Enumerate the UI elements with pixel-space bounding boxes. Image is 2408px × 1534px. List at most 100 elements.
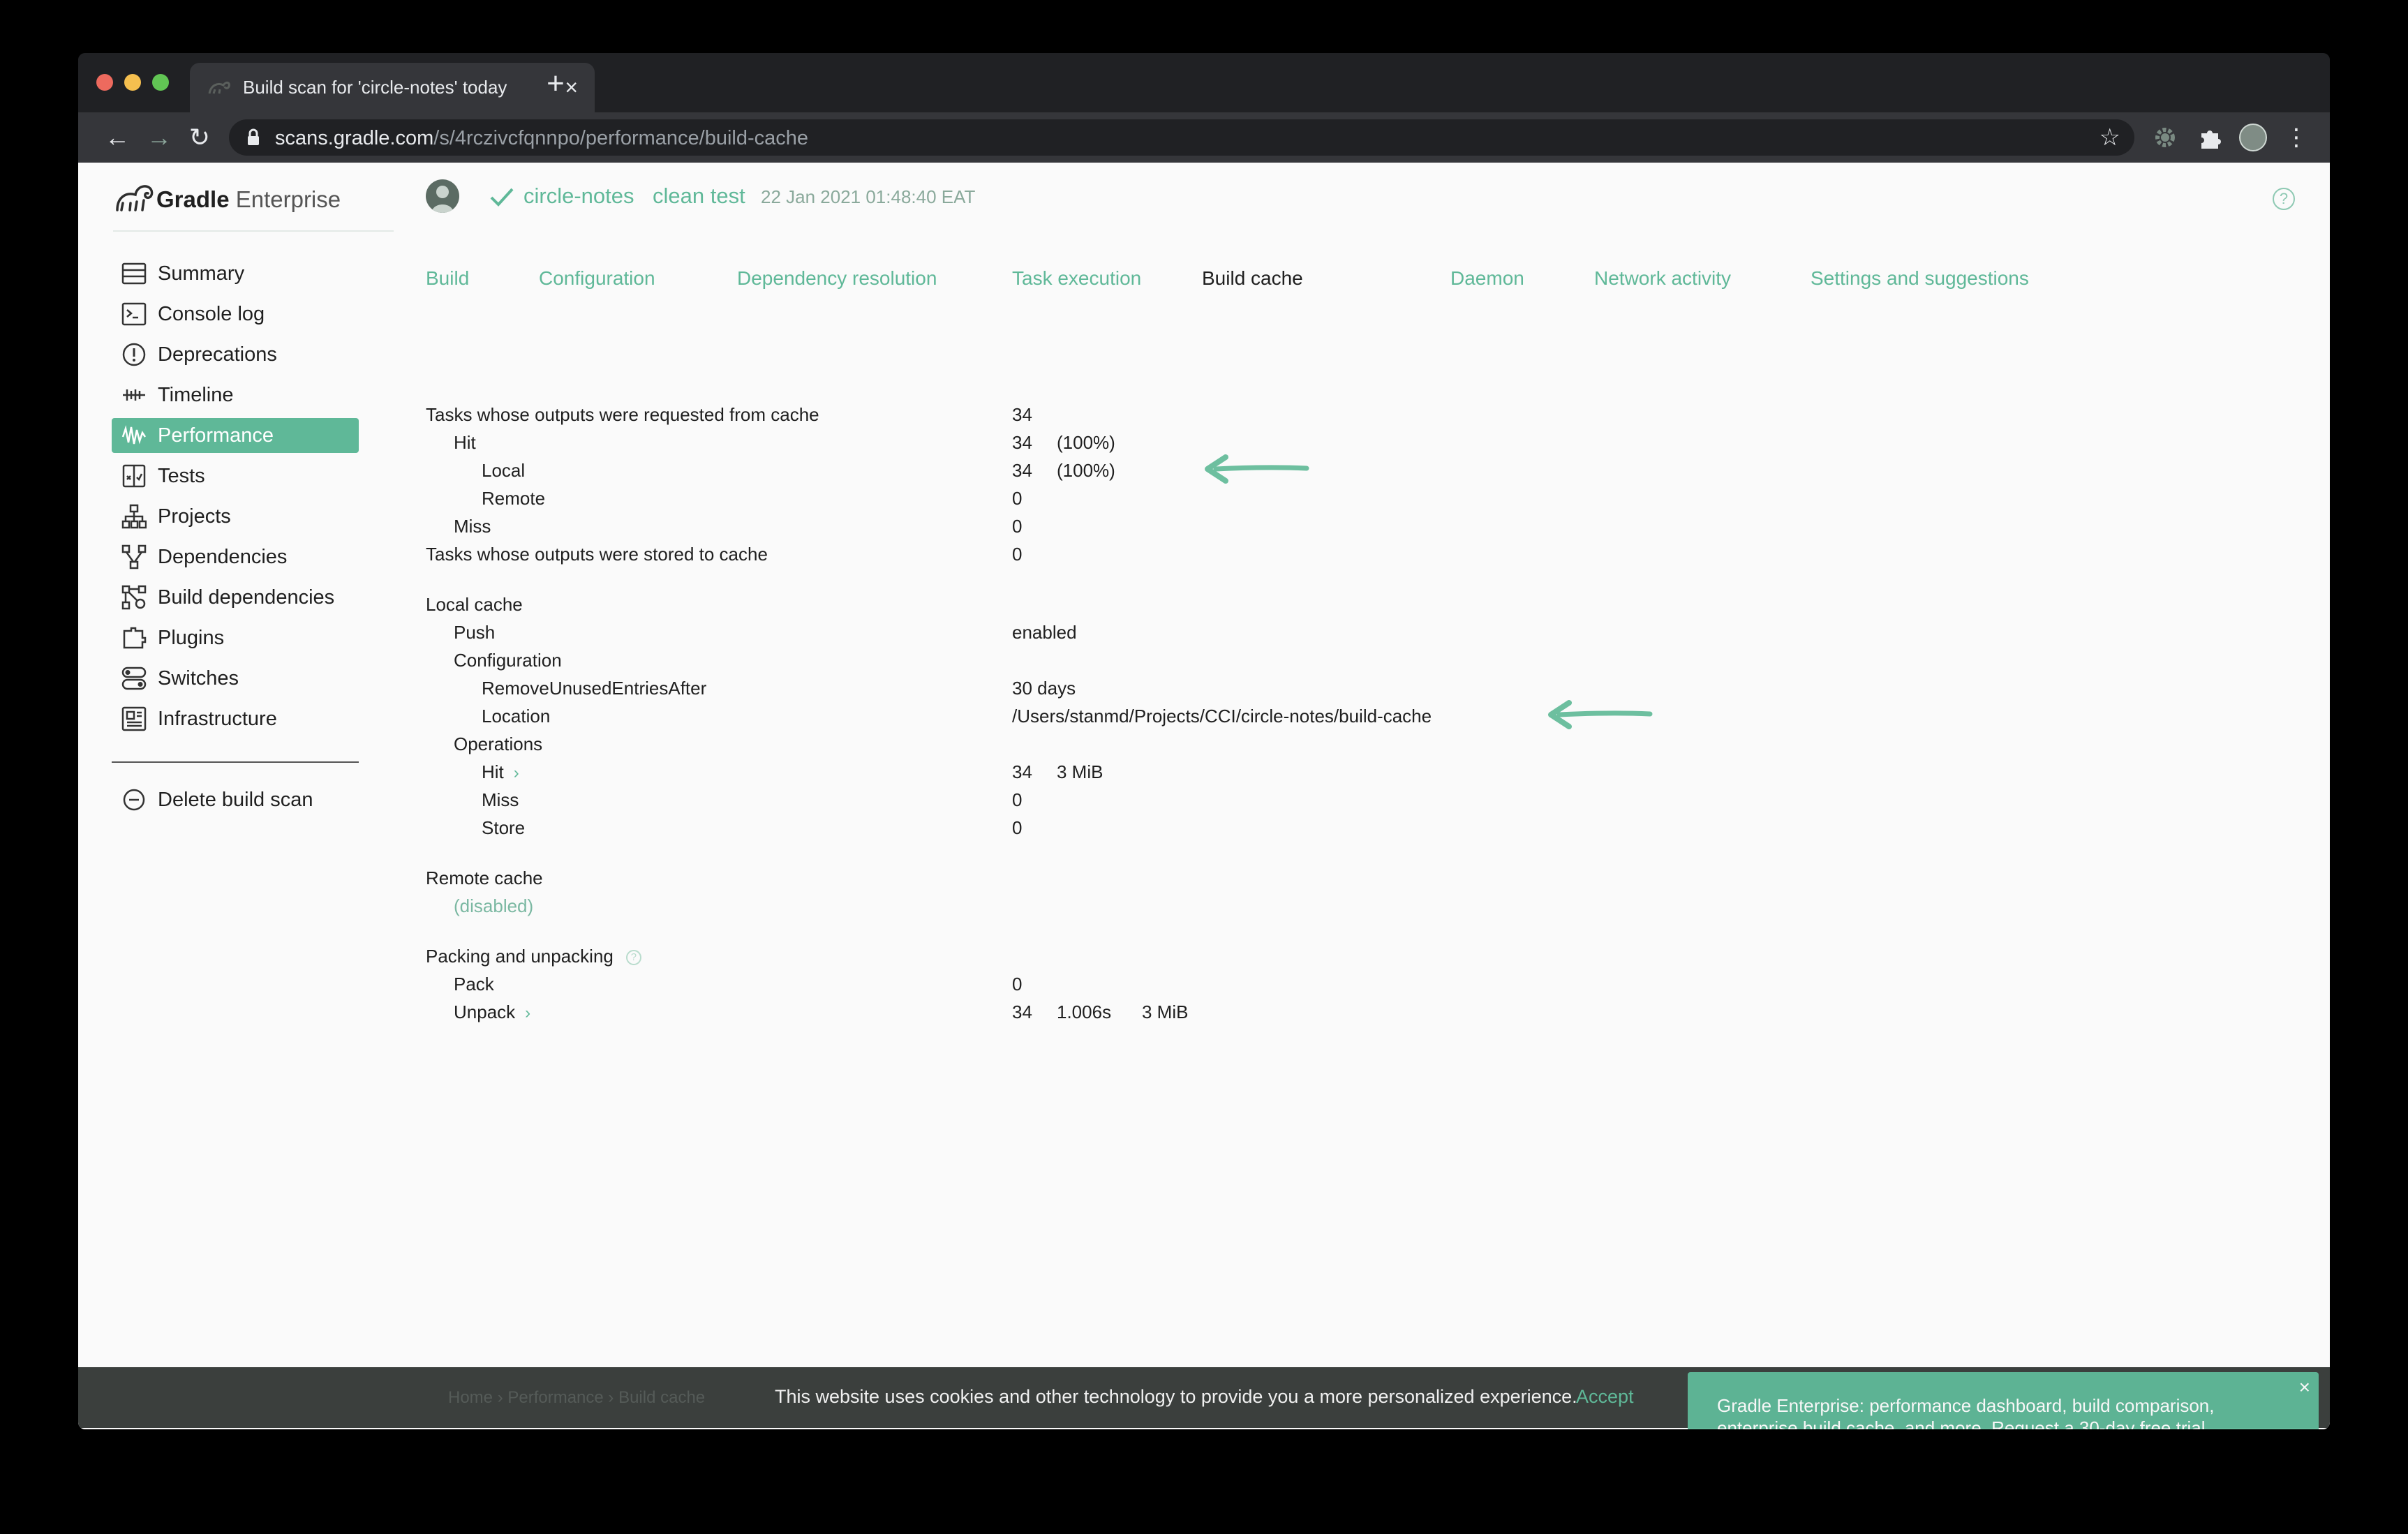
profile-avatar[interactable]	[2239, 124, 2267, 151]
sidebar-item-summary[interactable]: Summary	[112, 256, 359, 291]
tab-network-activity[interactable]: Network activity	[1594, 267, 1731, 290]
browser-window: Build scan for 'circle-notes' today × + …	[78, 53, 2330, 1429]
switches-icon	[120, 664, 148, 692]
packing-label: Packing and unpacking	[426, 946, 614, 967]
minimize-window-button[interactable]	[124, 74, 141, 91]
sidebar: Gradle Enterprise Summary Console log De…	[78, 163, 394, 1429]
accept-cookies-button[interactable]: Accept	[1576, 1386, 1634, 1408]
app-logo-text[interactable]: Gradle Enterprise	[156, 186, 341, 213]
sidebar-item-label: Build dependencies	[158, 586, 335, 609]
delete-build-scan-button[interactable]: Delete build scan	[112, 782, 359, 823]
deprecations-icon	[120, 341, 148, 368]
project-link[interactable]: circle-notes	[523, 184, 634, 209]
plugins-icon	[120, 624, 148, 652]
sidebar-item-infrastructure[interactable]: Infrastructure	[112, 701, 359, 736]
push-value: enabled	[1012, 622, 1077, 643]
miss-value: 0	[1012, 516, 1023, 537]
tab-configuration[interactable]: Configuration	[539, 267, 655, 290]
sidebar-item-label: Console log	[158, 302, 265, 325]
remote-cache-heading: Remote cache	[426, 867, 543, 888]
remote-cache-status: (disabled)	[454, 895, 534, 916]
page: Gradle Enterprise Summary Console log De…	[78, 163, 2330, 1429]
unpack-expander[interactable]: Unpack ›	[454, 1001, 530, 1023]
url-path: /s/4rczivcfqnnpo/performance/build-cache	[433, 127, 809, 149]
configuration-label: Configuration	[454, 650, 562, 671]
sidebar-item-switches[interactable]: Switches	[112, 661, 359, 696]
sidebar-item-label: Plugins	[158, 626, 225, 649]
tab-task-execution[interactable]: Task execution	[1012, 267, 1141, 290]
sidebar-item-label: Switches	[158, 667, 239, 690]
sidebar-item-delete[interactable]: Delete build scan	[112, 782, 359, 817]
sidebar-item-deprecations[interactable]: Deprecations	[112, 337, 359, 372]
chevron-right-icon: ›	[513, 764, 519, 782]
close-icon[interactable]: ×	[2299, 1376, 2310, 1399]
maximize-window-button[interactable]	[152, 74, 169, 91]
url-text: scans.gradle.com/s/4rczivcfqnnpo/perform…	[275, 127, 808, 150]
local-value: 34	[1012, 460, 1032, 481]
close-window-button[interactable]	[96, 74, 113, 91]
forward-button[interactable]: →	[145, 124, 173, 151]
back-button[interactable]: ←	[103, 124, 131, 151]
requested-value: 34	[1012, 404, 1032, 425]
sidebar-item-console-log[interactable]: Console log	[112, 297, 359, 332]
breadcrumb: Home › Performance › Build cache	[448, 1388, 706, 1407]
logo-brand: Gradle	[156, 186, 230, 212]
reload-button[interactable]: ↻	[186, 124, 214, 151]
op-hit-value: 34	[1012, 761, 1032, 782]
op-hit-size: 3 MiB	[1057, 761, 1103, 782]
timeline-icon	[120, 381, 148, 409]
hit-label: Hit	[454, 432, 476, 453]
build-date: 22 Jan 2021 01:48:40 EAT	[761, 186, 976, 207]
new-tab-button[interactable]: +	[539, 67, 572, 100]
info-icon[interactable]: ?	[625, 950, 641, 966]
sidebar-item-tests[interactable]: Tests	[112, 459, 359, 493]
tab-title: Build scan for 'circle-notes' today	[243, 77, 507, 98]
location-label: Location	[482, 706, 551, 727]
browser-tab[interactable]: Build scan for 'circle-notes' today ×	[190, 63, 595, 112]
op-store-label: Store	[482, 817, 526, 838]
tab-daemon[interactable]: Daemon	[1450, 267, 1524, 290]
unpack-label: Unpack	[454, 1001, 516, 1022]
sidebar-item-label: Dependencies	[158, 545, 288, 568]
sidebar-item-dependencies[interactable]: Dependencies	[112, 539, 359, 574]
tab-build[interactable]: Build	[426, 267, 469, 290]
toast-message: Gradle Enterprise: performance dashboard…	[1717, 1394, 2275, 1429]
dependencies-icon	[120, 543, 148, 571]
browser-menu-icon[interactable]: ⋮	[2282, 124, 2310, 151]
stored-value: 0	[1012, 544, 1023, 565]
trial-link[interactable]: Request a 30-day free trial	[1991, 1417, 2205, 1429]
browser-toolbar: ← → ↻ scans.gradle.com/s/4rczivcfqnnpo/p…	[78, 112, 2330, 163]
packing-heading: Packing and unpacking?	[426, 946, 641, 967]
remote-value: 0	[1012, 488, 1023, 509]
sidebar-item-performance[interactable]: Performance	[112, 418, 359, 453]
tab-settings-and-suggestions[interactable]: Settings and suggestions	[1811, 267, 2029, 290]
sidebar-item-label: Summary	[158, 262, 245, 285]
task-link[interactable]: clean test	[653, 184, 745, 209]
extension-gear-icon[interactable]	[2151, 124, 2179, 151]
address-bar[interactable]: scans.gradle.com/s/4rczivcfqnnpo/perform…	[229, 119, 2134, 156]
annotation-arrow-icon	[1205, 454, 1309, 484]
cookie-text: This website uses cookies and other tech…	[775, 1386, 1577, 1407]
extensions-puzzle-icon[interactable]	[2196, 124, 2224, 151]
push-label: Push	[454, 622, 496, 643]
gradle-favicon-icon	[208, 81, 230, 94]
help-icon[interactable]: ?	[2273, 188, 2295, 210]
chevron-right-icon: ›	[525, 1004, 531, 1022]
tab-build-cache[interactable]: Build cache	[1202, 267, 1303, 290]
logo-divider	[113, 230, 394, 232]
local-percent: (100%)	[1057, 460, 1115, 481]
sidebar-item-plugins[interactable]: Plugins	[112, 620, 359, 655]
sidebar-item-label: Timeline	[158, 383, 234, 406]
sidebar-item-projects[interactable]: Projects	[112, 499, 359, 534]
bookmark-star-icon[interactable]: ☆	[2099, 124, 2120, 151]
sidebar-item-label: Infrastructure	[158, 707, 277, 730]
op-hit-expander[interactable]: Hit ›	[482, 761, 519, 783]
success-check-icon	[490, 188, 514, 207]
projects-icon	[120, 502, 148, 530]
sidebar-item-build-dependencies[interactable]: Build dependencies	[112, 580, 359, 615]
op-store-value: 0	[1012, 817, 1023, 838]
sidebar-item-timeline[interactable]: Timeline	[112, 378, 359, 412]
tab-dependency-resolution[interactable]: Dependency resolution	[737, 267, 937, 290]
gradle-elephant-logo-icon	[116, 185, 154, 211]
sidebar-item-label: Projects	[158, 505, 231, 528]
